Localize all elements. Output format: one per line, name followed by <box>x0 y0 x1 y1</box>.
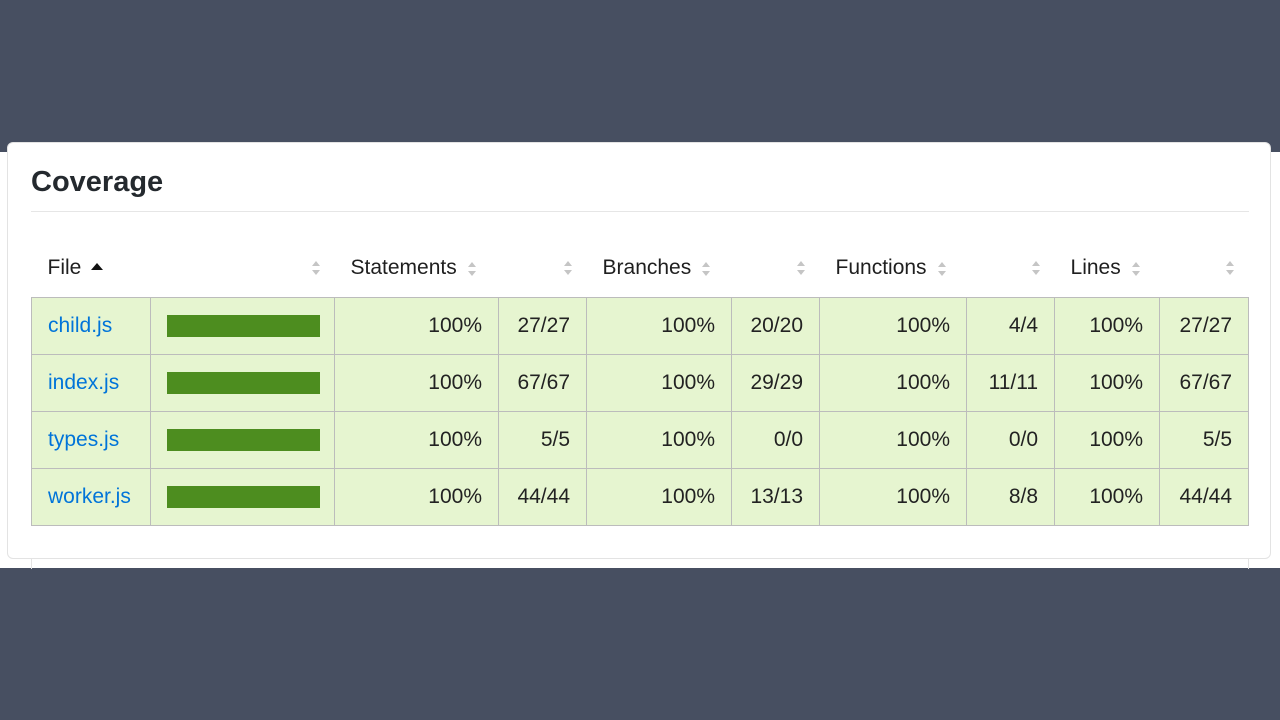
functions-pct: 100% <box>819 296 968 355</box>
header-functions[interactable]: Functions <box>820 240 1055 297</box>
table-row: child.js 100% 27/27 100% 20/20 100% 4/4 … <box>31 296 1250 355</box>
sort-icon[interactable] <box>311 260 321 276</box>
coverage-bar-cell <box>150 410 335 469</box>
branches-pct: 100% <box>586 296 733 355</box>
functions-count: 8/8 <box>966 467 1056 526</box>
functions-count: 4/4 <box>966 296 1056 355</box>
header-functions-label: Functions <box>835 256 927 280</box>
header-branches[interactable]: Branches <box>587 240 820 297</box>
statements-count: 44/44 <box>497 467 588 526</box>
page-title: Coverage <box>31 166 164 198</box>
file-link[interactable]: worker.js <box>48 485 131 508</box>
statements-pct: 100% <box>334 353 499 412</box>
functions-pct: 100% <box>819 353 968 412</box>
branches-count: 0/0 <box>731 410 821 469</box>
functions-pct: 100% <box>819 410 968 469</box>
file-cell[interactable]: child.js <box>31 296 151 355</box>
lines-pct: 100% <box>1054 467 1161 526</box>
branches-count: 13/13 <box>731 467 821 526</box>
lines-count: 5/5 <box>1159 410 1250 469</box>
lines-count: 67/67 <box>1159 353 1250 412</box>
coverage-bar <box>167 314 320 337</box>
coverage-bar <box>167 371 320 394</box>
table-row: index.js 100% 67/67 100% 29/29 100% 11/1… <box>31 353 1250 412</box>
sort-ascending-icon <box>91 263 104 271</box>
table-header-row: File Statements Branches Functions Lines <box>32 240 1249 297</box>
sort-icon[interactable] <box>937 261 947 277</box>
file-cell[interactable]: index.js <box>31 353 151 412</box>
file-link[interactable]: index.js <box>48 371 119 394</box>
branches-pct: 100% <box>586 410 733 469</box>
header-statements-label: Statements <box>350 256 457 280</box>
lines-pct: 100% <box>1054 353 1161 412</box>
sort-icon[interactable] <box>1031 260 1041 276</box>
file-cell[interactable]: worker.js <box>31 467 151 526</box>
coverage-bar <box>167 428 320 451</box>
coverage-bar-cell <box>150 467 335 526</box>
lines-count: 44/44 <box>1159 467 1250 526</box>
branches-pct: 100% <box>586 467 733 526</box>
statements-pct: 100% <box>334 296 499 355</box>
sort-icon[interactable] <box>1131 261 1141 277</box>
lines-pct: 100% <box>1054 296 1161 355</box>
coverage-bar-cell <box>150 353 335 412</box>
header-lines-label: Lines <box>1070 256 1121 280</box>
branches-count: 20/20 <box>731 296 821 355</box>
branches-pct: 100% <box>586 353 733 412</box>
file-cell[interactable]: types.js <box>31 410 151 469</box>
sort-icon[interactable] <box>701 261 711 277</box>
coverage-table: File Statements Branches Functions Lines <box>31 240 1250 526</box>
coverage-bar-cell <box>150 296 335 355</box>
lines-count: 27/27 <box>1159 296 1250 355</box>
coverage-bar <box>167 485 320 508</box>
header-file[interactable]: File <box>32 240 335 297</box>
file-link[interactable]: types.js <box>48 428 119 451</box>
functions-count: 0/0 <box>966 410 1056 469</box>
header-lines[interactable]: Lines <box>1055 240 1249 297</box>
statements-count: 5/5 <box>497 410 588 469</box>
statements-count: 27/27 <box>497 296 588 355</box>
header-branches-label: Branches <box>602 256 692 280</box>
statements-pct: 100% <box>334 467 499 526</box>
table-row: types.js 100% 5/5 100% 0/0 100% 0/0 100%… <box>31 410 1250 469</box>
statements-count: 67/67 <box>497 353 588 412</box>
coverage-panel: Coverage File Statements Branches Functi… <box>0 142 1280 569</box>
branches-count: 29/29 <box>731 353 821 412</box>
header-statements[interactable]: Statements <box>335 240 587 297</box>
sort-icon[interactable] <box>1225 260 1235 276</box>
functions-pct: 100% <box>819 467 968 526</box>
header-file-label: File <box>47 256 82 280</box>
table-row: worker.js 100% 44/44 100% 13/13 100% 8/8… <box>31 467 1250 526</box>
file-link[interactable]: child.js <box>48 314 112 337</box>
functions-count: 11/11 <box>966 353 1056 412</box>
card-bottom-edge <box>31 559 1249 569</box>
title-divider <box>31 211 1249 212</box>
sort-icon[interactable] <box>796 260 806 276</box>
sort-icon[interactable] <box>467 261 477 277</box>
sort-icon[interactable] <box>563 260 573 276</box>
statements-pct: 100% <box>334 410 499 469</box>
lines-pct: 100% <box>1054 410 1161 469</box>
